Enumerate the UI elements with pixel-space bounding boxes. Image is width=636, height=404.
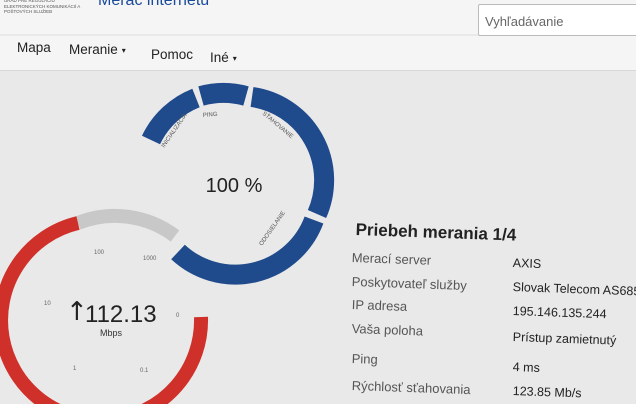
scale-label-0: 0	[176, 313, 180, 319]
progress-segment-ping	[198, 82, 249, 106]
nav-item-pomoc[interactable]: Pomoc	[151, 47, 193, 62]
main-nav: Mapa Meranie ▾ Pomoc Iné ▾	[0, 36, 636, 71]
server-value: AXIS	[512, 256, 542, 271]
provider-value: Slovak Telecom AS685	[512, 280, 636, 299]
download-speed-value: 123.85 Mb/s	[512, 384, 582, 401]
ping-label: Ping	[351, 351, 379, 367]
nav-item-label: Mapa	[17, 40, 51, 55]
segment-label-ping: PING	[203, 112, 218, 119]
nav-item-ine[interactable]: Iné ▾	[210, 50, 237, 65]
progress-gauge: INICIALIZÁCIA PING SŤAHOVANIE ODOSIELANI…	[141, 82, 335, 285]
segment-label-upload: ODOSIELANIE	[259, 210, 287, 247]
logo[interactable]: Úrad pre reguláciu elektronických komuni…	[4, 0, 96, 15]
nav-item-label: Meranie	[69, 42, 118, 57]
chevron-down-icon: ▾	[232, 54, 237, 63]
nav-item-meranie[interactable]: Meranie ▾	[69, 42, 126, 57]
scale-label-0-1: 0.1	[140, 368, 149, 374]
speed-unit: Mbps	[100, 328, 123, 338]
progress-segment-upload	[171, 216, 324, 285]
ping-value: 4 ms	[512, 360, 541, 375]
scale-label-10: 10	[44, 301, 51, 307]
speed-gauge: 100 1000 10 1 0.1 0 ↑ 112.13 Mbps	[0, 208, 209, 404]
location-label: Vaša poloha	[351, 321, 424, 339]
chevron-down-icon: ▾	[121, 46, 126, 55]
app-title[interactable]: Merač internetu	[98, 0, 209, 10]
server-label: Merací server	[351, 250, 432, 268]
search-box[interactable]	[478, 4, 636, 37]
header: Úrad pre reguláciu elektronických komuni…	[0, 0, 636, 37]
scale-label-100: 100	[94, 250, 105, 256]
speed-value: 112.13	[85, 301, 157, 328]
search-input[interactable]	[479, 5, 636, 37]
location-value: Prístup zamietnutý	[512, 330, 617, 348]
speed-gauge-track	[75, 208, 180, 242]
progress-percent: 100 %	[206, 175, 263, 197]
scale-label-1000: 1000	[143, 256, 157, 262]
nav-item-label: Pomoc	[151, 47, 194, 62]
nav-item-mapa[interactable]: Mapa	[17, 40, 51, 55]
ip-label: IP adresa	[351, 297, 408, 314]
scale-label-1: 1	[73, 366, 77, 372]
nav-item-label: Iné	[210, 50, 229, 65]
ip-value: 195.146.135.244	[512, 304, 607, 322]
